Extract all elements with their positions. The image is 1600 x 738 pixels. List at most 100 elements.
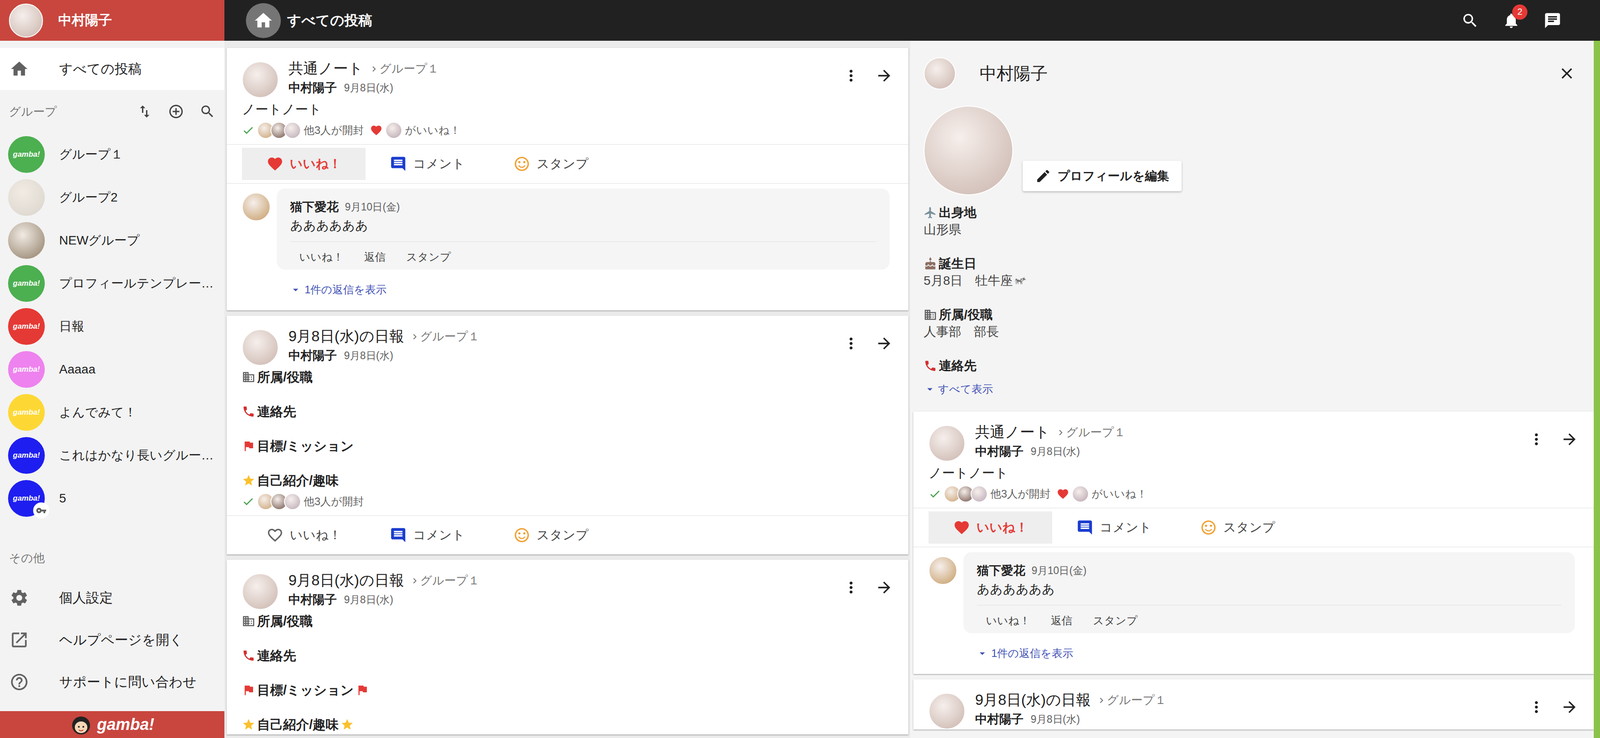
group-item[interactable]: NEWグループ [0,219,225,263]
comment-action[interactable]: 返信 [1050,613,1073,628]
group-item[interactable]: gamba!よんでみて！ [0,391,225,435]
show-replies-link[interactable]: 1件の返信を表示 [976,645,1575,662]
more-button[interactable] [842,66,861,85]
post-card[interactable]: 9月8日(水)の日報グループ１中村陽子9月8日(水)所属/役職連絡先目標/ミッシ… [226,559,909,735]
more-button[interactable] [842,578,861,597]
comment-button[interactable]: コメント [365,519,490,552]
commenter-avatar[interactable] [241,192,271,222]
check-icon [241,495,255,508]
comment-action[interactable]: いいね！ [985,613,1031,628]
post-card[interactable]: 共通ノートグループ１中村陽子9月8日(水)ノートノート他3人が開封がいいね！いい… [226,47,909,311]
stamp-button[interactable]: スタンプ [489,519,613,552]
read-status[interactable]: 他3人が開封 [226,490,909,516]
comment-button[interactable]: コメント [365,147,490,181]
commenter-name[interactable]: 猫下愛花 [290,198,339,216]
open-button[interactable] [1560,430,1579,449]
add-icon[interactable] [167,103,185,120]
group-item[interactable]: gamba!5 [0,477,225,521]
commenter-avatar[interactable] [928,556,958,585]
sidebar-item[interactable]: サポートに問い合わせ [0,661,225,704]
group-item[interactable]: gamba!グループ１ [0,133,225,177]
current-user[interactable]: 中村陽子 [0,0,225,41]
more-button[interactable] [842,334,861,353]
search-icon[interactable] [199,103,216,120]
home-icon [9,59,30,79]
chevron-icon [409,331,421,343]
comment-action[interactable]: スタンプ [406,249,452,265]
read-status[interactable]: 他3人が開封がいいね！ [913,482,1594,508]
open-button[interactable] [875,334,894,353]
user-avatar[interactable] [8,3,44,38]
home-badge[interactable] [245,3,281,39]
field-label: 連絡先 [923,357,1576,375]
notifications-button[interactable]: 2 [1502,11,1521,30]
stamp-button[interactable]: スタンプ [1175,511,1300,544]
author-name[interactable]: 中村陽子 [975,711,1024,728]
messages-button[interactable] [1543,11,1562,30]
post-title[interactable]: 共通ノート [288,58,364,79]
comment-action[interactable]: いいね！ [299,249,344,265]
more-button[interactable] [1527,698,1546,717]
post-title[interactable]: 共通ノート [975,422,1050,443]
post-group[interactable]: グループ１ [368,60,439,77]
author-name[interactable]: 中村陽子 [288,79,337,96]
read-status[interactable]: 他3人が開封がいいね！ [226,119,909,145]
author-name[interactable]: 中村陽子 [288,347,337,364]
like-button[interactable]: いいね！ [241,519,366,552]
liker-avatar [385,121,403,139]
post-card[interactable]: 9月8日(水)の日報グループ１中村陽子9月8日(水) [913,679,1594,730]
like-button[interactable]: いいね！ [241,147,366,181]
author-avatar[interactable] [241,61,279,99]
group-item[interactable]: gamba!プロフィールテンプレー… [0,262,225,306]
post-title[interactable]: 9月8日(水)の日報 [975,690,1091,711]
author-name[interactable]: 中村陽子 [975,443,1024,460]
post-group[interactable]: グループ１ [1096,692,1167,709]
comment-action[interactable]: スタンプ [1092,613,1138,628]
post-body: 所属/役職連絡先目標/ミッション自己紹介/趣味 [226,610,909,735]
gamba-face-icon [69,713,93,736]
phone-icon [923,359,938,373]
open-button[interactable] [875,66,894,85]
sidebar-item[interactable]: 個人設定 [0,576,225,620]
edit-profile-button[interactable]: プロフィールを編集 [1022,160,1182,192]
open-button[interactable] [1560,698,1579,717]
comment-action[interactable]: 返信 [364,249,386,265]
post-card[interactable]: 共通ノートグループ１中村陽子9月8日(水)ノートノート他3人が開封がいいね！いい… [913,411,1594,675]
group-item[interactable]: gamba!これはかなり長いグルー… [0,434,225,478]
more-button[interactable] [1527,430,1546,449]
author-avatar[interactable] [241,329,279,366]
post-title[interactable]: 9月8日(水)の日報 [288,570,405,591]
show-all-link[interactable]: すべて表示 [923,381,1576,397]
sidebar-item[interactable]: ヘルプページを開く [0,619,225,662]
post-group[interactable]: グループ１ [409,328,480,345]
search-button[interactable] [1461,11,1480,30]
author-avatar[interactable] [928,425,966,462]
post-body: ノートノート [226,98,909,120]
open-button[interactable] [875,578,894,597]
author-name[interactable]: 中村陽子 [288,591,337,608]
commenter-name[interactable]: 猫下愛花 [976,562,1026,579]
like-button[interactable]: いいね！ [928,511,1053,544]
group-item[interactable]: グループ2 [0,176,225,220]
post-title[interactable]: 9月8日(水)の日報 [288,326,405,347]
footer-logo: gamba! [96,715,155,735]
star-icon [241,718,256,732]
author-avatar[interactable] [928,692,966,730]
show-replies-link[interactable]: 1件の返信を表示 [289,282,890,298]
group-item[interactable]: gamba!日報 [0,305,225,349]
author-avatar[interactable] [241,573,279,611]
post-group[interactable]: グループ１ [1055,424,1126,441]
sidebar-item[interactable]: すべての投稿 [0,47,225,91]
comment-button[interactable]: コメント [1052,511,1176,544]
post-card[interactable]: 9月8日(水)の日報グループ１中村陽子9月8日(水)所属/役職連絡先目標/ミッシ… [226,315,909,555]
comment: 猫下愛花9月10日(金)ああああああいいね！返信スタンプ [928,552,1575,634]
group-item[interactable]: gamba!Aaaaa [0,348,225,392]
sort-icon[interactable] [136,103,153,120]
body-line: 連絡先 [241,645,894,666]
building-icon [241,370,256,384]
post-group[interactable]: グループ１ [409,572,480,589]
close-button[interactable] [1557,64,1576,83]
group-name: 5 [59,491,67,506]
stamp-button[interactable]: スタンプ [489,147,613,181]
body-line: 目標/ミッション [241,680,894,701]
